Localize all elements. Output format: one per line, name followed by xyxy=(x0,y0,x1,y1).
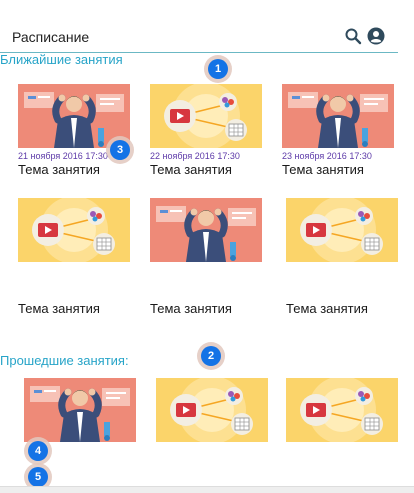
lesson-date: 23 ноября 2016 17:30 xyxy=(282,151,372,161)
video-lesson-illustration xyxy=(156,378,268,442)
video-lesson-illustration xyxy=(286,378,398,442)
video-lesson-illustration xyxy=(286,198,398,262)
callout-marker-1: 1 xyxy=(208,59,228,79)
lesson-thumbnail[interactable] xyxy=(156,378,268,442)
upcoming-title: Ближайшие занятия xyxy=(0,52,123,67)
top-bar: Расписание xyxy=(0,20,398,53)
lesson-thumbnail[interactable] xyxy=(18,198,130,262)
page-title: Расписание xyxy=(12,29,90,45)
past-title: Прошедшие занятия: xyxy=(0,353,129,368)
lesson-thumbnail[interactable] xyxy=(282,84,394,148)
lesson-date: 22 ноября 2016 17:30 xyxy=(150,151,240,161)
lesson-thumbnail[interactable] xyxy=(286,198,398,262)
lesson-thumbnail[interactable] xyxy=(150,84,262,148)
lecturer-illustration xyxy=(18,84,130,148)
callout-marker-3: 3 xyxy=(110,140,130,160)
lesson-topic[interactable]: Тема занятия xyxy=(18,301,100,316)
callout-marker-5: 5 xyxy=(28,467,48,487)
lesson-thumbnail[interactable] xyxy=(18,84,130,148)
lesson-thumbnail[interactable] xyxy=(150,198,262,262)
lecturer-illustration xyxy=(24,378,136,442)
video-lesson-illustration xyxy=(150,84,262,148)
search-icon[interactable] xyxy=(344,27,362,45)
lecturer-illustration xyxy=(282,84,394,148)
lesson-topic[interactable]: Тема занятия xyxy=(150,162,232,177)
lesson-thumbnail[interactable] xyxy=(24,378,136,442)
video-lesson-illustration xyxy=(18,198,130,262)
callout-marker-2: 2 xyxy=(201,346,221,366)
account-icon[interactable] xyxy=(367,27,385,45)
lesson-topic[interactable]: Тема занятия xyxy=(150,301,232,316)
lesson-topic[interactable]: Тема занятия xyxy=(286,301,368,316)
lesson-topic[interactable]: Тема занятия xyxy=(18,162,100,177)
lecturer-illustration xyxy=(150,198,262,262)
lesson-topic[interactable]: Тема занятия xyxy=(282,162,364,177)
lesson-thumbnail[interactable] xyxy=(286,378,398,442)
callout-marker-4: 4 xyxy=(28,441,48,461)
lesson-date: 21 ноября 2016 17:30 xyxy=(18,151,108,161)
